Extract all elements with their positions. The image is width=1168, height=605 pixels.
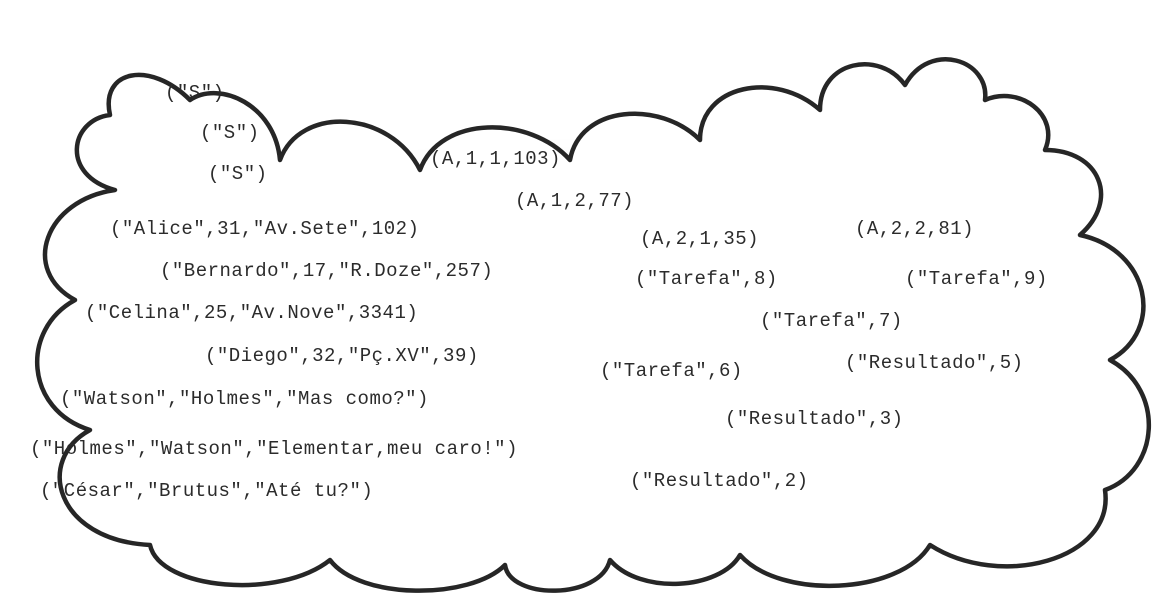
tuple-labels: ("S") ("S") ("S") (A,1,1,103) (A,1,2,77)… xyxy=(0,0,1168,605)
tuple-resultado-3: ("Resultado",3) xyxy=(725,408,904,430)
tuple-a-1-1-103: (A,1,1,103) xyxy=(430,148,561,170)
tuple-a-1-2-77: (A,1,2,77) xyxy=(515,190,634,212)
tuple-watson: ("Watson","Holmes","Mas como?") xyxy=(60,388,429,410)
tuple-resultado-2: ("Resultado",2) xyxy=(630,470,809,492)
tuple-tarefa-6: ("Tarefa",6) xyxy=(600,360,743,382)
tuple-bernardo: ("Bernardo",17,"R.Doze",257) xyxy=(160,260,493,282)
tuple-cloud-diagram: { "tuples": { "s1": "(\"S\")", "s2": "(\… xyxy=(0,0,1168,605)
tuple-s-3: ("S") xyxy=(208,163,268,185)
tuple-celina: ("Celina",25,"Av.Nove",3341) xyxy=(85,302,418,324)
tuple-resultado-5: ("Resultado",5) xyxy=(845,352,1024,374)
tuple-s-1: ("S") xyxy=(165,82,225,104)
tuple-tarefa-9: ("Tarefa",9) xyxy=(905,268,1048,290)
tuple-a-2-1-35: (A,2,1,35) xyxy=(640,228,759,250)
tuple-cesar: ("César","Brutus","Até tu?") xyxy=(40,480,373,502)
tuple-tarefa-8: ("Tarefa",8) xyxy=(635,268,778,290)
tuple-holmes: ("Holmes","Watson","Elementar,meu caro!"… xyxy=(30,438,518,460)
tuple-a-2-2-81: (A,2,2,81) xyxy=(855,218,974,240)
tuple-tarefa-7: ("Tarefa",7) xyxy=(760,310,903,332)
tuple-diego: ("Diego",32,"Pç.XV",39) xyxy=(205,345,479,367)
tuple-s-2: ("S") xyxy=(200,122,260,144)
tuple-alice: ("Alice",31,"Av.Sete",102) xyxy=(110,218,419,240)
